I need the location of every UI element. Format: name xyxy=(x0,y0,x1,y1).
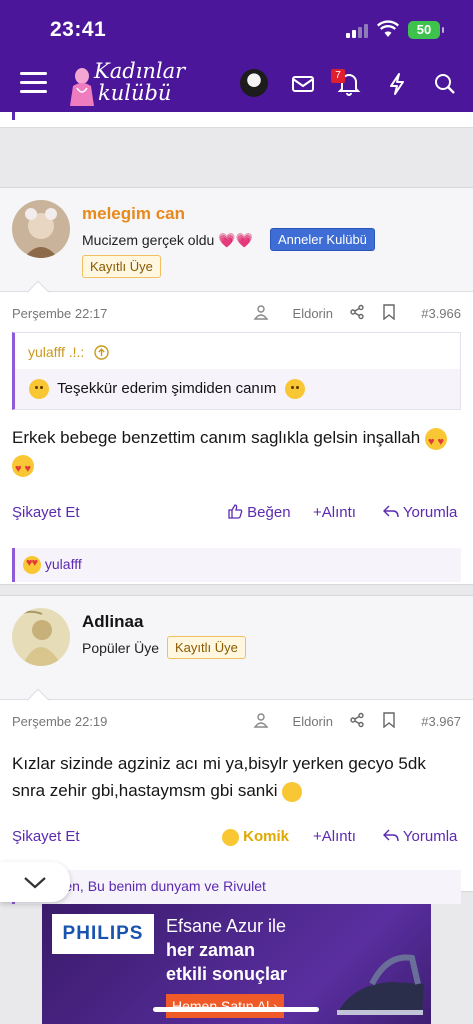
post-author-block: melegim can Mucizem gerçek oldu 💗💗 Annel… xyxy=(0,188,473,304)
nav-bar: Kadınlar kulübü 7 xyxy=(0,58,473,112)
quote-label: Alıntı xyxy=(321,828,356,845)
author-avatar[interactable] xyxy=(12,200,70,258)
post-number[interactable]: #3.966 xyxy=(421,306,461,321)
bookmark-icon[interactable] xyxy=(381,304,397,320)
group-badge: Anneler Kulübü xyxy=(270,228,375,251)
quote-text: Teşekkür ederim şimdiden canım xyxy=(57,379,277,397)
quote-button[interactable]: +Alıntı xyxy=(313,504,356,521)
reply-arrow-icon xyxy=(383,505,399,518)
post-body: Erkek bebege benzettim canım saglıkla ge… xyxy=(0,424,473,483)
ad-brand-logo: PHILIPS xyxy=(52,914,154,954)
quote-header[interactable]: yulafff .!.: xyxy=(15,333,460,369)
post-author-block: Adlinaa Popüler Üye Kayıtlı Üye xyxy=(0,596,473,712)
post-number[interactable]: #3.967 xyxy=(421,714,461,729)
author-avatar[interactable] xyxy=(12,608,70,666)
battery-icon: 50 xyxy=(408,21,444,39)
author-title: Popüler Üye xyxy=(82,640,160,656)
post-editor[interactable]: Eldorin xyxy=(293,306,333,321)
quoted-message: yulafff .!.: Teşekkür ederim şimdiden ca… xyxy=(12,332,461,410)
author-username[interactable]: Adlinaa xyxy=(82,612,143,632)
post-body-text: Kızlar sizinde agziniz acı mi ya,bisylr … xyxy=(12,754,426,800)
steam-iron-image xyxy=(337,954,424,1015)
quote-button[interactable]: +Alıntı xyxy=(313,828,356,845)
ad-cta-button[interactable]: Hemen Satın Al › xyxy=(166,994,284,1018)
top-bar: 23:41 50 Kadınlar kulübü 7 xyxy=(0,0,473,112)
heart-eyes-emoji-icon xyxy=(12,454,34,483)
previous-post-edge xyxy=(0,112,473,128)
post-body-text: Erkek bebege benzettim canım saglıkla ge… xyxy=(12,428,421,447)
post-date[interactable]: Perşembe 22:19 xyxy=(12,714,107,729)
share-icon[interactable] xyxy=(349,304,365,320)
quote-body: Teşekkür ederim şimdiden canım xyxy=(15,369,460,409)
reply-button[interactable]: Yorumla xyxy=(383,828,457,845)
wifi-icon xyxy=(377,20,399,37)
site-logo[interactable]: Kadınlar kulübü xyxy=(68,60,188,112)
author-title: Mucizem gerçek oldu 💗💗 xyxy=(82,232,254,248)
post-editor[interactable]: Eldorin xyxy=(293,714,333,729)
notification-badge: 7 xyxy=(331,69,345,83)
report-button[interactable]: Şikayet Et xyxy=(12,828,80,845)
menu-icon[interactable] xyxy=(20,72,47,94)
collapse-tab[interactable] xyxy=(0,862,70,902)
status-time: 23:41 xyxy=(50,18,107,41)
bookmark-icon[interactable] xyxy=(381,712,397,728)
cellular-signal-icon xyxy=(346,24,370,38)
post-meta: Perşembe 22:17 Eldorin #3.966 xyxy=(0,292,473,332)
status-bar: 23:41 50 xyxy=(0,0,473,58)
lightning-icon[interactable] xyxy=(384,71,410,97)
quote-author[interactable]: yulafff .!.: xyxy=(28,344,84,360)
reaction-button[interactable]: Komik xyxy=(222,828,289,846)
logo-figure-icon xyxy=(70,68,94,106)
search-icon[interactable] xyxy=(432,71,458,97)
post-actions: Şikayet Et Beğen +Alıntı Yorumla xyxy=(0,494,473,534)
user-icon xyxy=(253,305,269,320)
home-indicator[interactable] xyxy=(153,1007,319,1012)
heart-eyes-emoji-icon xyxy=(23,556,41,575)
member-badge: Kayıtlı Üye xyxy=(167,636,246,659)
ad-headline-2: her zaman xyxy=(166,940,256,960)
reaction-summary[interactable]: yulafff xyxy=(12,548,461,582)
like-label: Beğen xyxy=(247,504,291,521)
post-3966: melegim can Mucizem gerçek oldu 💗💗 Annel… xyxy=(0,187,473,585)
reply-arrow-icon xyxy=(383,829,399,842)
logo-line-2: kulübü xyxy=(98,81,172,105)
post-3967: Adlinaa Popüler Üye Kayıtlı Üye Perşembe… xyxy=(0,595,473,904)
reply-button[interactable]: Yorumla xyxy=(383,504,457,521)
user-icon xyxy=(253,713,269,728)
reaction-summary[interactable]: Sen, Bu benim dunyam ve Rivulet xyxy=(12,870,461,904)
quote-label: Alıntı xyxy=(321,504,356,521)
ad-headline-3: etkili sonuçlar xyxy=(166,964,288,984)
post-body: Kızlar sizinde agziniz acı mi ya,bisylr … xyxy=(0,750,473,804)
share-icon[interactable] xyxy=(349,712,365,728)
smiling-face-emoji-icon xyxy=(29,379,49,399)
thread-content: melegim can Mucizem gerçek oldu 💗💗 Annel… xyxy=(0,112,473,1024)
reply-label: Yorumla xyxy=(402,504,458,521)
logo-line-1: Kadınlar xyxy=(94,59,186,83)
report-button[interactable]: Şikayet Et xyxy=(12,504,80,521)
unamused-face-emoji-icon xyxy=(282,781,303,802)
mail-icon[interactable] xyxy=(290,71,316,97)
post-date[interactable]: Perşembe 22:17 xyxy=(12,306,107,321)
laughing-emoji-icon xyxy=(222,828,239,846)
advertisement-banner[interactable]: PHILIPS Efsane Azur ile her zaman etkili… xyxy=(42,904,431,1024)
reaction-users[interactable]: Sen, Bu benim dunyam ve Rivulet xyxy=(55,878,266,894)
reply-label: Yorumla xyxy=(402,828,458,845)
post-actions: Şikayet Et Komik +Alıntı Yorumla xyxy=(0,818,473,858)
ad-headline-1: Efsane Azur ile xyxy=(166,916,287,936)
member-badge: Kayıtlı Üye xyxy=(82,255,161,278)
chevron-down-icon xyxy=(24,877,46,889)
heart-eyes-emoji-icon xyxy=(424,427,447,456)
reaction-label: Komik xyxy=(243,828,290,845)
arrow-up-circle-icon[interactable] xyxy=(94,345,109,360)
slight-smile-emoji-icon xyxy=(284,379,305,399)
post-meta: Perşembe 22:19 Eldorin #3.967 xyxy=(0,700,473,740)
user-avatar[interactable] xyxy=(240,69,268,97)
like-button[interactable]: Beğen xyxy=(228,504,291,521)
thumbs-up-icon xyxy=(228,504,243,519)
author-username[interactable]: melegim can xyxy=(82,204,185,224)
reaction-users[interactable]: yulafff xyxy=(45,556,82,572)
logo-text: Kadınlar kulübü xyxy=(94,60,185,104)
